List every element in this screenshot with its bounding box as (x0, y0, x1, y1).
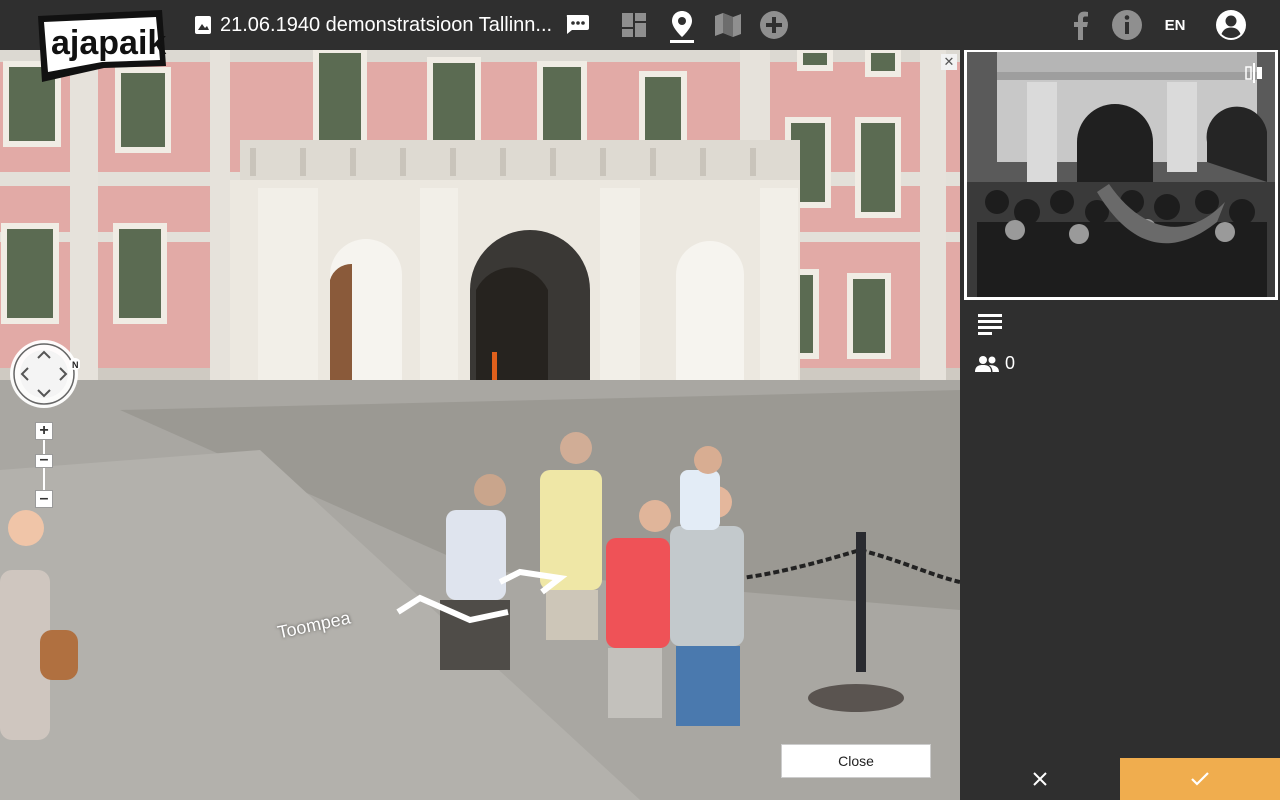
flip-compare-icon[interactable] (1243, 62, 1265, 84)
photo-side-panel: 0 (960, 50, 1280, 800)
confirm-button[interactable] (1120, 758, 1280, 800)
account-button[interactable] (1214, 8, 1248, 42)
ajapaik-logo[interactable]: ajapaik (34, 10, 168, 82)
add-icon (760, 11, 788, 39)
add-photo-button[interactable] (758, 9, 790, 41)
cancel-button[interactable] (960, 758, 1120, 800)
rephoto-count: 0 (1005, 353, 1016, 373)
map-button[interactable] (712, 9, 744, 41)
zoom-out-button[interactable]: – (35, 490, 53, 508)
photo-title[interactable]: 21.06.1940 demonstratsioon Tallinn... (220, 14, 562, 37)
top-navigation-bar: ajapaik 21.06.1940 demonstratsioon Talli… (0, 0, 1280, 82)
compass-north-label: N (72, 360, 79, 370)
street-view-panorama[interactable]: ✕ N + – – Toompea Close (0, 50, 960, 800)
dashboard-icon (622, 13, 646, 37)
close-icon[interactable]: ✕ (941, 54, 957, 70)
facebook-icon (1074, 11, 1088, 40)
info-icon (1112, 10, 1142, 40)
dashboard-button[interactable] (618, 9, 650, 41)
close-button[interactable]: Close (781, 744, 931, 778)
map-icon (715, 13, 741, 37)
logo-text: ajapaik (51, 24, 166, 62)
facebook-button[interactable] (1068, 8, 1092, 42)
location-pin-icon (672, 11, 692, 37)
account-icon (1216, 10, 1246, 40)
street-view-image (0, 50, 960, 800)
language-label: EN (1164, 16, 1186, 34)
description-icon[interactable] (977, 312, 1003, 336)
historic-photo[interactable] (964, 50, 1278, 300)
close-icon (1033, 772, 1047, 786)
navigation-compass[interactable]: N (8, 338, 81, 410)
zoom-in-button[interactable]: + (35, 422, 53, 440)
image-icon (195, 16, 211, 34)
info-button[interactable] (1110, 8, 1144, 42)
photo-title-area[interactable]: 21.06.1940 demonstratsioon Tallinn... (194, 12, 562, 38)
zoom-slider-handle[interactable]: – (35, 452, 53, 468)
checkmark-icon (1191, 772, 1209, 786)
language-selector[interactable]: EN (1160, 8, 1190, 42)
zoom-control: + – – (35, 422, 53, 508)
location-button[interactable] (666, 9, 698, 41)
people-icon (975, 355, 999, 372)
rephoto-users[interactable]: 0 (975, 353, 1015, 374)
active-tool-indicator (670, 40, 694, 43)
historic-photo-image (967, 52, 1275, 297)
comment-icon[interactable] (564, 13, 590, 35)
